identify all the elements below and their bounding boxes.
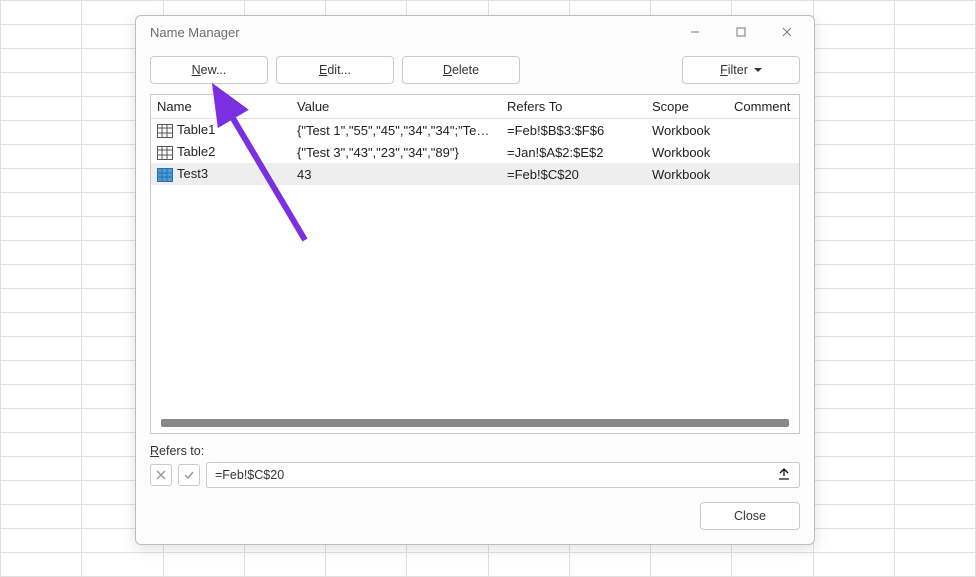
row-comment xyxy=(728,126,799,134)
filter-button[interactable]: Filter xyxy=(682,56,800,84)
row-name: Table2 xyxy=(177,144,215,159)
header-refers[interactable]: Refers To xyxy=(501,95,646,118)
names-rows: Table1 {"Test 1","55","45","34","34";"Tes… xyxy=(151,119,799,433)
refers-to-label: Refers to: xyxy=(150,444,800,458)
cancel-refers-button[interactable] xyxy=(150,464,172,486)
row-scope: Workbook xyxy=(646,141,728,164)
delete-button[interactable]: Delete xyxy=(402,56,520,84)
close-button[interactable]: Close xyxy=(700,502,800,530)
header-comment[interactable]: Comment xyxy=(728,95,799,118)
edit-button-rest: dit... xyxy=(327,63,351,77)
row-value: 43 xyxy=(291,163,501,186)
header-name[interactable]: Name xyxy=(151,95,291,118)
defined-name-icon xyxy=(157,168,173,182)
row-refers: =Feb!$C$20 xyxy=(501,163,646,186)
column-headers: Name Value Refers To Scope Comment xyxy=(151,95,799,119)
row-refers: =Feb!$B$3:$F$6 xyxy=(501,119,646,142)
row-value: {"Test 1","55","45","34","34";"Test... xyxy=(291,119,501,142)
refers-to-section: Refers to: =Feb!$C$20 xyxy=(136,434,814,488)
edit-button[interactable]: Edit... xyxy=(276,56,394,84)
names-list: Name Value Refers To Scope Comment Table… xyxy=(150,94,800,434)
maximize-button[interactable] xyxy=(718,18,764,46)
collapse-dialog-icon[interactable] xyxy=(777,467,791,484)
row-refers: =Jan!$A$2:$E$2 xyxy=(501,141,646,164)
header-value[interactable]: Value xyxy=(291,95,501,118)
row-scope: Workbook xyxy=(646,163,728,186)
row-value: {"Test 3","43","23","34","89"} xyxy=(291,141,501,164)
window-title: Name Manager xyxy=(150,25,240,40)
header-scope[interactable]: Scope xyxy=(646,95,728,118)
confirm-refers-button[interactable] xyxy=(178,464,200,486)
row-comment xyxy=(728,148,799,156)
delete-button-rest: elete xyxy=(452,63,479,77)
row-name: Table1 xyxy=(177,122,215,137)
refers-to-value: =Feb!$C$20 xyxy=(215,468,284,482)
chevron-down-icon xyxy=(754,68,762,72)
table-icon xyxy=(157,146,173,160)
row-scope: Workbook xyxy=(646,119,728,142)
row-name: Test3 xyxy=(177,166,208,181)
name-manager-dialog: Name Manager New... Edit... Delete Filte… xyxy=(135,15,815,545)
toolbar: New... Edit... Delete Filter xyxy=(136,48,814,94)
row-comment xyxy=(728,170,799,178)
new-button-rest: ew... xyxy=(201,63,227,77)
filter-button-rest: ilter xyxy=(728,63,748,77)
table-icon xyxy=(157,124,173,138)
titlebar: Name Manager xyxy=(136,16,814,48)
new-button[interactable]: New... xyxy=(150,56,268,84)
horizontal-scrollbar[interactable] xyxy=(161,419,789,427)
name-row[interactable]: Table1 {"Test 1","55","45","34","34";"Tes… xyxy=(151,119,799,141)
dialog-footer: Close xyxy=(136,488,814,544)
close-window-button[interactable] xyxy=(764,18,810,46)
minimize-button[interactable] xyxy=(672,18,718,46)
name-row[interactable]: Table2 {"Test 3","43","23","34","89"}=Jan… xyxy=(151,141,799,163)
name-row[interactable]: Test3 43=Feb!$C$20Workbook xyxy=(151,163,799,185)
refers-to-input[interactable]: =Feb!$C$20 xyxy=(206,462,800,488)
